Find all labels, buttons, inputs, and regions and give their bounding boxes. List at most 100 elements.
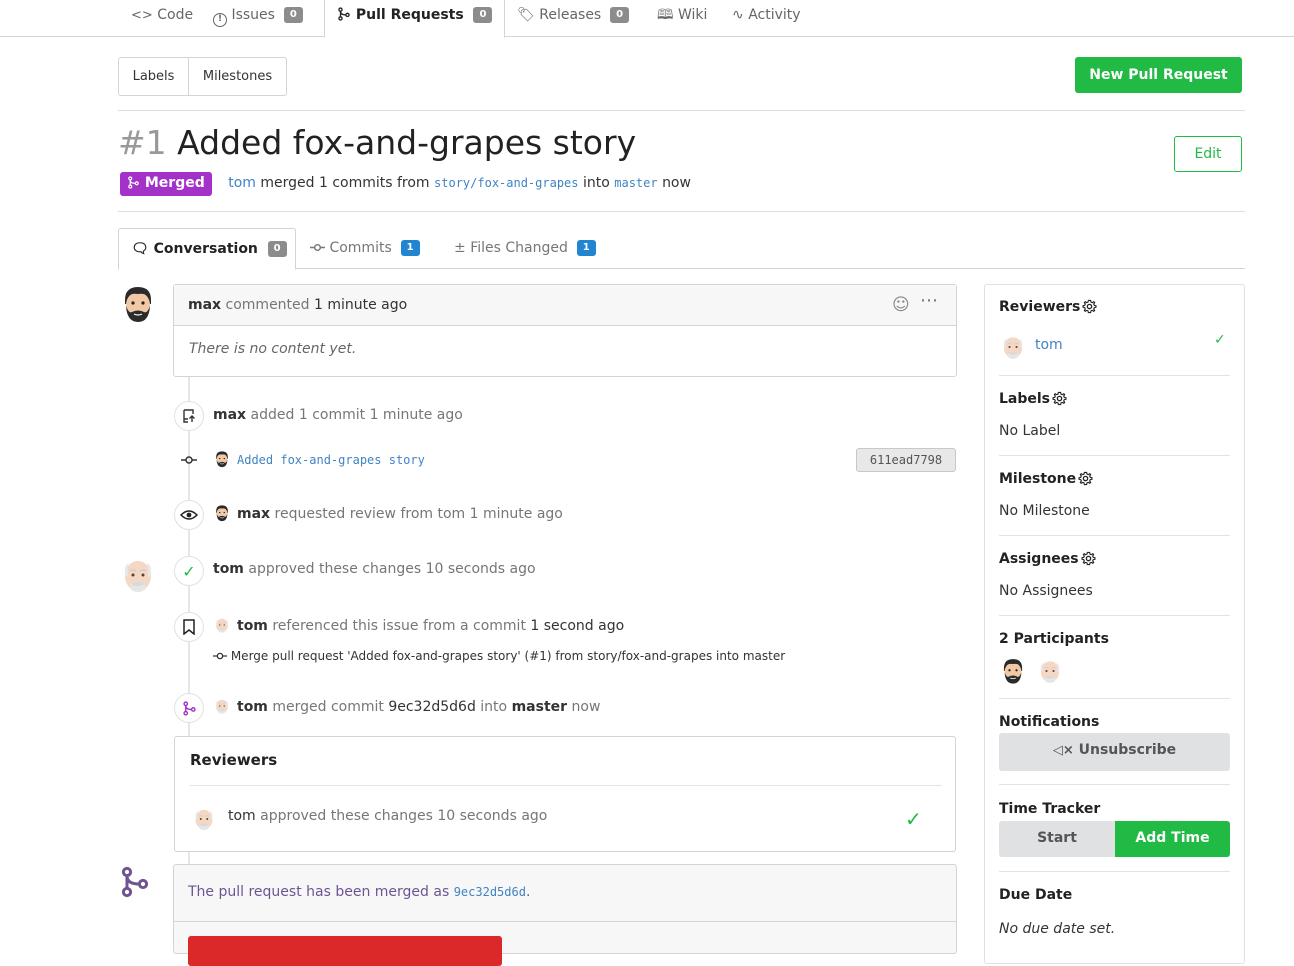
- releases-count: 0: [610, 7, 630, 23]
- review-user[interactable]: tom: [228, 808, 256, 824]
- merged-text: merged 1 commits from: [260, 175, 430, 191]
- gear-icon[interactable]: [1082, 299, 1097, 314]
- event-time: 1 minute ago: [369, 407, 463, 423]
- milestone-value: No Milestone: [999, 503, 1090, 519]
- merged-sha[interactable]: 9ec32d5d6d: [388, 699, 476, 715]
- avatar-tom: [118, 555, 158, 595]
- participants-heading: 2 Participants: [999, 631, 1109, 647]
- nav-code[interactable]: <> Code: [131, 0, 193, 37]
- commits-count: 1: [400, 240, 420, 256]
- divider: [999, 375, 1230, 376]
- milestones-button[interactable]: Milestones: [189, 58, 286, 95]
- event-user[interactable]: max: [213, 407, 246, 423]
- files-count: 1: [576, 240, 596, 256]
- gear-icon[interactable]: [1081, 551, 1096, 566]
- nav-releases[interactable]: 🏷︎ Releases 0: [517, 0, 630, 37]
- nav-pull-requests[interactable]: Pull Requests 0: [324, 0, 506, 38]
- labels-button[interactable]: Labels: [119, 58, 189, 95]
- status-badge: Merged: [120, 172, 212, 196]
- pr-title: Added fox-and-grapes story: [177, 123, 637, 162]
- merge-big-icon: [119, 866, 151, 898]
- reviewers-box: Reviewers tom approved these changes 10 …: [174, 736, 956, 852]
- unsubscribe-button[interactable]: ◁× Unsubscribe: [999, 733, 1230, 771]
- check-icon: ✓: [905, 807, 922, 831]
- time-tracker-heading: Time Tracker: [999, 801, 1101, 817]
- merge-sha-link[interactable]: 9ec32d5d6d: [454, 885, 526, 899]
- event-target[interactable]: tom: [437, 506, 465, 522]
- issue-icon: !: [213, 13, 227, 27]
- merge-box: The pull request has been merged as 9ec3…: [173, 864, 957, 966]
- tag-icon: 🏷︎: [517, 7, 535, 23]
- eye-icon: [174, 500, 204, 530]
- start-button[interactable]: Start: [999, 821, 1115, 857]
- assignees-value: No Assignees: [999, 583, 1093, 599]
- source-branch-link[interactable]: story/fox-and-grapes: [434, 176, 579, 190]
- tab-files-changed[interactable]: ± Files Changed 1: [454, 228, 596, 268]
- new-pull-request-button[interactable]: New Pull Request: [1075, 57, 1242, 93]
- labels-value: No Label: [999, 423, 1061, 439]
- commit-message-link[interactable]: Added fox-and-grapes story: [237, 453, 425, 467]
- nav-activity[interactable]: ∿ Activity: [732, 0, 801, 37]
- divider: [999, 615, 1230, 616]
- event-user[interactable]: tom: [237, 699, 268, 715]
- delete-branch-button[interactable]: [188, 936, 502, 966]
- add-time-button[interactable]: Add Time: [1115, 821, 1230, 857]
- page-title: #1 Added fox-and-grapes story: [118, 123, 636, 162]
- comment-body: There is no content yet.: [189, 341, 357, 357]
- notifications-heading: Notifications: [999, 714, 1100, 730]
- divider: [190, 785, 942, 786]
- merge-period: .: [525, 884, 531, 900]
- event-user[interactable]: max: [237, 506, 270, 522]
- avatar-tom: [999, 333, 1027, 361]
- avatar-max[interactable]: [999, 657, 1027, 685]
- pr-number: #1: [118, 123, 167, 162]
- divider: [999, 784, 1230, 785]
- commit-sha-button[interactable]: 611ead7798: [856, 448, 956, 472]
- labels-milestones-group: Labels Milestones: [118, 57, 287, 96]
- referenced-commit-link[interactable]: Merge pull request 'Added fox-and-grapes…: [231, 649, 785, 663]
- push-icon: [174, 401, 204, 431]
- referenced-commit: Merge pull request 'Added fox-and-grapes…: [213, 649, 785, 663]
- avatar-tom: [213, 616, 231, 634]
- nav-code-label: Code: [157, 7, 194, 23]
- more-options-icon[interactable]: ⋯: [920, 281, 939, 321]
- divider: [999, 698, 1230, 699]
- event-review-requested: max requested review from tom 1 minute a…: [213, 504, 563, 522]
- pr-author-link[interactable]: tom: [228, 175, 256, 191]
- nav-wiki[interactable]: 🕮︎ Wiki: [657, 0, 707, 37]
- event-text: referenced this issue from a commit: [272, 618, 526, 634]
- event-time: now: [571, 699, 601, 715]
- tab-commits-label: Commits: [329, 240, 392, 256]
- target-branch-link[interactable]: master: [614, 176, 657, 190]
- event-user[interactable]: tom: [237, 618, 268, 634]
- tab-commits[interactable]: Commits 1: [310, 228, 420, 268]
- merge-icon: [174, 693, 204, 723]
- event-user[interactable]: tom: [213, 561, 244, 577]
- comment-box: max commented 1 minute ago ☺ ⋯ There is …: [173, 284, 957, 377]
- avatar-tom[interactable]: [1036, 657, 1064, 685]
- nav-issues[interactable]: ! Issues 0: [213, 0, 303, 37]
- sidebar-assignees: Assignees: [999, 551, 1230, 567]
- review-entry: tom approved these changes 10 seconds ag…: [228, 808, 547, 824]
- gear-icon[interactable]: [1052, 391, 1067, 406]
- unsubscribe-label: Unsubscribe: [1078, 742, 1177, 758]
- comment-author[interactable]: max: [188, 297, 221, 313]
- event-time: 10 seconds ago: [425, 561, 536, 577]
- event-text: requested review from: [274, 506, 434, 522]
- divider: [999, 535, 1230, 536]
- gear-icon[interactable]: [1078, 471, 1093, 486]
- avatar-max: [213, 504, 231, 522]
- merge-icon: [127, 176, 140, 189]
- check-icon: ✓: [1214, 332, 1226, 348]
- repo-nav: <> Code ! Issues 0 Pull Requests 0 🏷︎ Re…: [0, 0, 1294, 38]
- smiley-icon[interactable]: ☺: [892, 285, 910, 325]
- reviewer-link[interactable]: tom: [1035, 337, 1063, 353]
- book-icon: 🕮︎: [657, 7, 674, 23]
- edit-button[interactable]: Edit: [1174, 136, 1242, 172]
- event-approved: tom approved these changes 10 seconds ag…: [213, 561, 536, 577]
- diff-icon: ±: [454, 240, 466, 256]
- comment-time: 1 minute ago: [314, 297, 408, 313]
- status-label: Merged: [144, 175, 205, 191]
- tab-conversation[interactable]: 🗨︎ Conversation 0: [118, 228, 296, 270]
- sidebar-labels: Labels: [999, 391, 1230, 407]
